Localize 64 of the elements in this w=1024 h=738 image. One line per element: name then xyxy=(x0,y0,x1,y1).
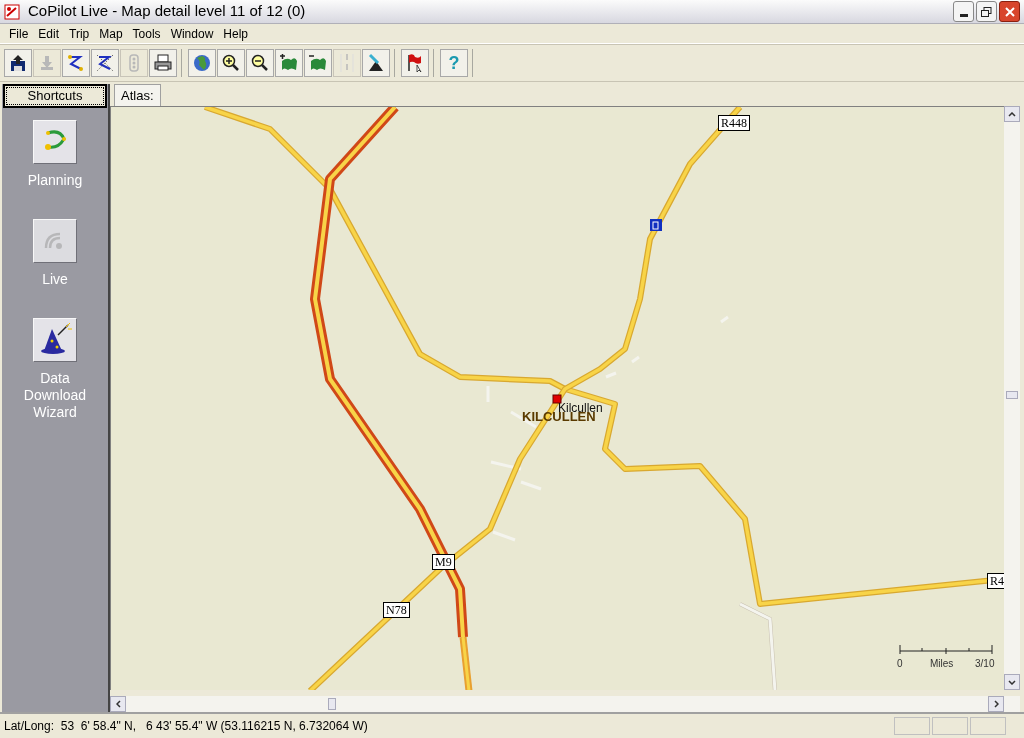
print-icon xyxy=(153,53,173,73)
status-pane xyxy=(932,717,968,735)
caret-down-icon xyxy=(1008,679,1016,685)
menu-item[interactable]: Window xyxy=(165,24,219,43)
toolbar-button[interactable] xyxy=(362,49,390,77)
toolbar-button[interactable] xyxy=(91,49,119,77)
menu-item[interactable]: Map xyxy=(94,24,128,43)
scroll-thumb[interactable] xyxy=(328,698,336,710)
toolbar-button[interactable] xyxy=(4,49,32,77)
status-pane xyxy=(970,717,1006,735)
status-text: Lat/Long: 53 6' 58.4" N, 6 43' 55.4" W (53.116215 N, 6.732064 W) xyxy=(4,718,369,735)
toolbar-button[interactable] xyxy=(217,49,245,77)
menu-item[interactable]: Trip xyxy=(64,24,95,43)
menu-item[interactable]: Edit xyxy=(33,24,65,43)
scale-label: 0 xyxy=(897,657,903,671)
scroll-thumb[interactable] xyxy=(1006,391,1018,399)
toolbar-button[interactable] xyxy=(246,49,274,77)
globe-icon xyxy=(192,53,212,73)
shortcut-label: Planning xyxy=(26,172,84,189)
tab[interactable]: Atlas: xyxy=(114,84,161,106)
scale-label: 3/10 xyxy=(975,657,995,671)
shortcuts-button[interactable]: Shortcuts xyxy=(3,84,107,108)
caret-left-icon xyxy=(115,700,121,708)
horizontal-scrollbar[interactable] xyxy=(110,696,1020,712)
restore-icon xyxy=(981,6,992,17)
zoom-in-icon xyxy=(221,53,241,73)
close-button[interactable] xyxy=(999,1,1020,22)
save-icon xyxy=(8,53,28,73)
scroll-right-button[interactable] xyxy=(988,696,1004,712)
road-number-label: N78 xyxy=(383,602,410,618)
road-icon xyxy=(337,53,357,73)
toolbar-button[interactable] xyxy=(149,49,177,77)
shortcut-button[interactable] xyxy=(33,318,77,362)
caret-up-icon xyxy=(1008,111,1016,117)
status-pane xyxy=(894,717,930,735)
scroll-down-button[interactable] xyxy=(1004,674,1020,690)
road-number-label: R448 xyxy=(718,115,750,131)
town-marker xyxy=(552,394,562,404)
wizard-hat-icon xyxy=(38,323,72,357)
close-icon xyxy=(1004,6,1015,17)
vertical-scrollbar[interactable] xyxy=(1004,106,1020,690)
restore-button[interactable] xyxy=(976,1,997,22)
map-minus-icon xyxy=(308,53,328,73)
minimize-icon xyxy=(959,14,968,17)
caret-right-icon xyxy=(993,700,999,708)
app-icon xyxy=(4,3,20,20)
road-number-label: R4 xyxy=(987,573,1004,589)
zoom-out-icon xyxy=(250,53,270,73)
map-plus-icon xyxy=(279,53,299,73)
menu-item[interactable]: File xyxy=(4,24,34,43)
minimize-button[interactable] xyxy=(953,1,974,22)
toolbar-button[interactable] xyxy=(401,49,429,77)
shortcut-label: Data Download Wizard xyxy=(22,370,88,421)
route-icon xyxy=(66,53,86,73)
scroll-left-button[interactable] xyxy=(110,696,126,712)
scroll-up-button[interactable] xyxy=(1004,106,1020,122)
menu-item[interactable]: Help xyxy=(218,24,253,43)
toolbar-button[interactable] xyxy=(62,49,90,77)
shortcut-button[interactable] xyxy=(33,120,77,164)
shortcut-label: Live xyxy=(41,271,69,288)
scale-label: Miles xyxy=(930,657,954,671)
road-number-label: M9 xyxy=(432,554,455,570)
window-title: CoPilot Live - Map detail level 11 of 12 (0) xyxy=(28,1,307,22)
menu-item[interactable]: Tools xyxy=(127,24,166,43)
